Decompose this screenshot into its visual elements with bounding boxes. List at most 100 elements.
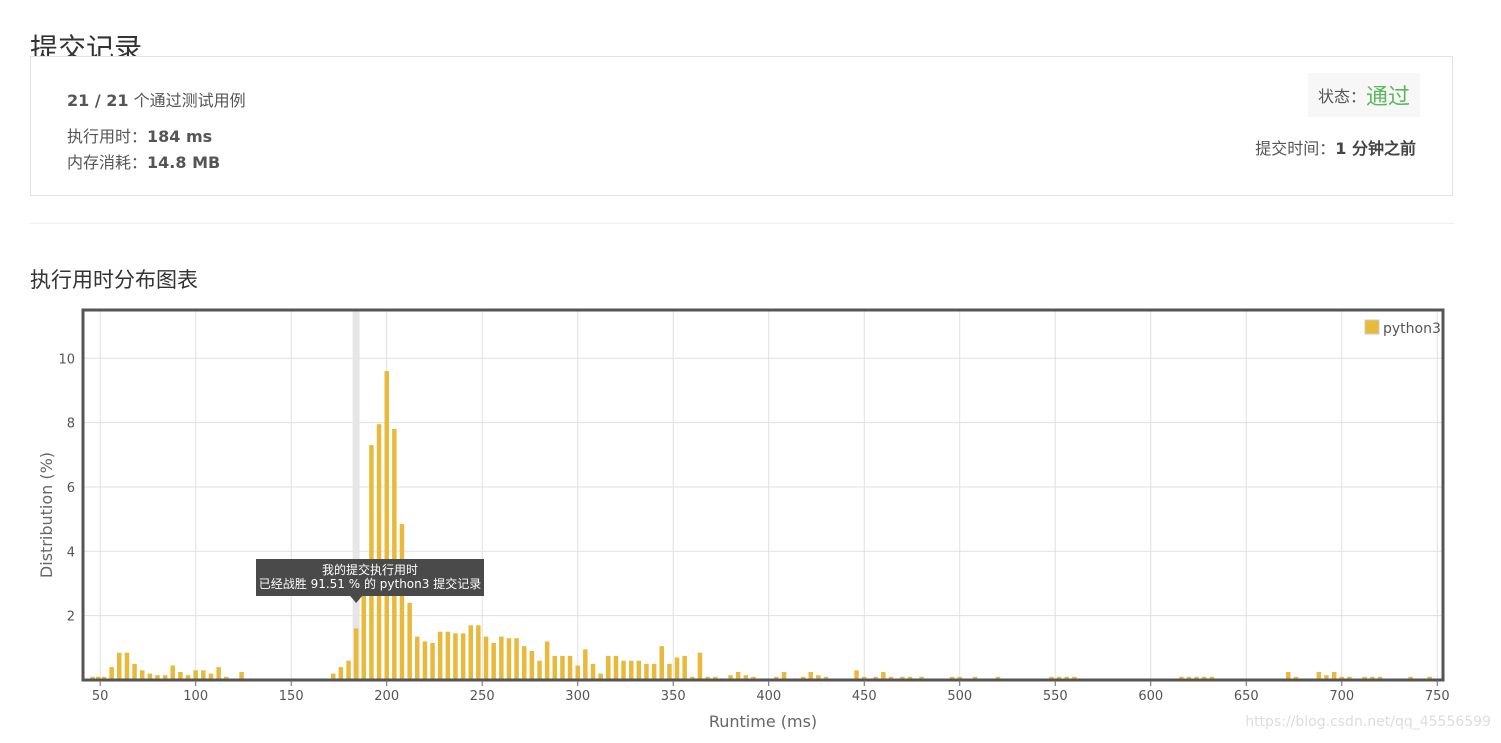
x-tick-label-700: 700	[1329, 689, 1354, 704]
runtime-distribution-chart[interactable]: 50 100 150 200 250 300 350 400 450 500 550 600 650 70…	[0, 300, 1501, 743]
bar-268	[514, 638, 519, 680]
bar-272	[522, 646, 527, 680]
bar-236	[453, 633, 458, 680]
y-tick-label-2: 2	[67, 610, 75, 625]
x-tick-label-250: 250	[470, 689, 495, 704]
x-tick-label-450: 450	[852, 689, 877, 704]
bar-292	[560, 655, 565, 680]
x-tick-label-400: 400	[756, 689, 781, 704]
bar-240	[460, 633, 466, 680]
my-runtime-highlight	[352, 310, 360, 680]
tests-passed-suffix: 个通过测试用例	[133, 91, 246, 110]
bar-64	[124, 652, 130, 680]
bar-252	[483, 636, 489, 680]
memory-label: 内存消耗：	[67, 153, 148, 172]
x-tick-label-750: 750	[1425, 689, 1450, 704]
bar-112	[216, 667, 221, 680]
watermark: https://blog.csdn.net/qq_45556599	[1245, 714, 1491, 730]
submit-time-label: 提交时间：	[1255, 139, 1336, 158]
bar-256	[491, 643, 496, 680]
tooltip-line2: 已经战胜 91.51 % 的 python3 提交记录	[259, 576, 481, 591]
bar-200	[384, 371, 389, 680]
bar-88	[170, 665, 175, 680]
bar-356	[682, 655, 687, 680]
bar-276	[529, 651, 535, 680]
bar-216	[415, 636, 420, 680]
x-tick-label-50: 50	[92, 689, 109, 704]
x-tick-label-150: 150	[279, 689, 304, 704]
bar-248	[476, 625, 481, 680]
x-axis-ticks: 50 100 150 200 250 300 350 400 450 500 550 600 650 70…	[92, 680, 1450, 704]
legend-label-python3: python3	[1383, 321, 1441, 337]
tests-passed-count: 21 / 21	[67, 91, 129, 110]
bar-56	[109, 667, 114, 680]
bar-352	[674, 657, 680, 680]
submit-time: 提交时间：1 分钟之前	[1255, 135, 1416, 159]
x-tick-label-200: 200	[374, 689, 399, 704]
bar-296	[567, 655, 573, 680]
bar-280	[537, 660, 542, 680]
plot-frame	[81, 308, 1445, 682]
status-value[interactable]: 通过	[1366, 85, 1410, 110]
tests-passed-line: 21 / 21 个通过测试用例	[67, 87, 246, 111]
bar-340	[651, 663, 657, 680]
y-axis-ticks: 2 4 6 8 10	[58, 352, 75, 624]
x-axis-label: Runtime (ms)	[709, 712, 817, 731]
y-tick-label-4: 4	[67, 545, 75, 560]
runtime-metric: 执行用时：184 ms	[67, 123, 212, 147]
chart-section-title: 执行用时分布图表	[30, 268, 198, 292]
bar-304	[583, 649, 588, 680]
x-tick-label-350: 350	[661, 689, 686, 704]
bar-316	[606, 655, 611, 680]
bar-176	[338, 667, 344, 680]
bar-328	[629, 660, 634, 680]
x-tick-label-650: 650	[1234, 689, 1259, 704]
y-tick-label-10: 10	[58, 352, 75, 367]
status-box: 状态：通过	[1307, 73, 1420, 117]
runtime-value: 184 ms	[147, 127, 213, 146]
runtime-label: 执行用时：	[67, 127, 148, 146]
bar-68	[132, 663, 137, 680]
bar-196	[376, 424, 382, 680]
bar-228	[437, 631, 443, 680]
legend-swatch	[1364, 319, 1380, 335]
y-tick-label-6: 6	[67, 481, 75, 496]
memory-value: 14.8 MB	[147, 153, 221, 172]
memory-metric: 内存消耗：14.8 MB	[67, 149, 220, 173]
section-divider	[30, 223, 1454, 224]
bar-364	[697, 652, 703, 680]
bar-284	[544, 641, 550, 680]
submit-time-value: 1 分钟之前	[1335, 139, 1416, 158]
bar-180	[346, 660, 351, 680]
bar-204	[392, 429, 397, 680]
x-tick-label-600: 600	[1138, 689, 1163, 704]
bar-344	[659, 646, 664, 680]
status-label: 状态：	[1317, 87, 1366, 106]
bar-348	[667, 663, 672, 680]
x-tick-label-550: 550	[1043, 689, 1068, 704]
chart-legend[interactable]: python3	[1364, 319, 1441, 337]
x-tick-label-300: 300	[565, 689, 590, 704]
x-tick-label-500: 500	[947, 689, 972, 704]
submission-summary-panel: 21 / 21 个通过测试用例 执行用时：184 ms 内存消耗：14.8 MB…	[30, 56, 1453, 196]
bar-184	[353, 628, 359, 680]
bar-212	[407, 602, 412, 680]
bar-220	[422, 641, 428, 680]
bar-224	[430, 643, 435, 680]
y-axis-label: Distribution (%)	[37, 452, 56, 578]
bar-288	[552, 655, 557, 680]
bar-264	[506, 638, 512, 680]
bar-60	[117, 652, 122, 680]
bar-260	[499, 636, 504, 680]
x-tick-label-100: 100	[183, 689, 208, 704]
bar-332	[636, 660, 642, 680]
bar-300	[575, 665, 580, 680]
bar-324	[621, 660, 626, 680]
bar-308	[590, 663, 596, 680]
bar-336	[644, 663, 649, 680]
tooltip-line1: 我的提交执行用时	[322, 562, 418, 577]
bar-244	[468, 625, 473, 680]
bar-320	[613, 655, 619, 680]
y-tick-label-8: 8	[67, 417, 75, 432]
bar-232	[445, 631, 451, 680]
